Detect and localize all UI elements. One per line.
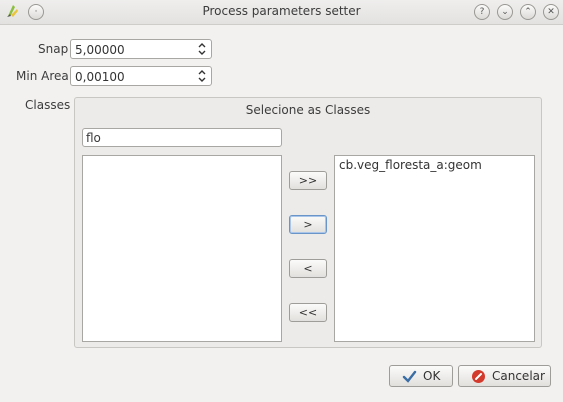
spin-arrows-icon[interactable] [197,69,207,83]
spin-arrows-icon[interactable] [197,42,207,56]
ok-button[interactable]: OK [389,365,453,387]
available-classes-list[interactable] [82,155,282,342]
class-filter-input[interactable]: flo [82,128,282,147]
snap-spinbox[interactable]: 5,00000 [70,39,212,59]
cancel-label: Cancelar [492,369,545,383]
snap-label: Snap [38,42,69,56]
remove-all-button[interactable]: << [289,303,327,322]
title-bar: · Process parameters setter ? ⌄ ⌃ ✕ [0,0,563,25]
cancel-button[interactable]: Cancelar [458,365,551,387]
minimize-button[interactable]: ⌄ [497,4,513,20]
snap-value: 5,00000 [75,43,125,57]
filter-value: flo [86,131,101,145]
min-area-label: Min Area [16,69,69,83]
classes-label: Classes [25,98,71,112]
add-all-button[interactable]: >> [289,171,327,190]
close-button[interactable]: ✕ [543,4,559,20]
check-icon [402,370,417,383]
maximize-button[interactable]: ⌃ [520,4,536,20]
cancel-icon [472,370,485,383]
selected-classes-list[interactable]: cb.veg_floresta_a:geom [334,155,535,342]
remove-button[interactable]: < [289,259,327,278]
min-area-value: 0,00100 [75,70,125,84]
ok-label: OK [423,369,441,383]
list-item[interactable]: cb.veg_floresta_a:geom [339,158,482,172]
help-button[interactable]: ? [474,4,490,20]
min-area-spinbox[interactable]: 0,00100 [70,66,212,86]
group-title: Selecione as Classes [245,103,371,117]
add-button[interactable]: > [289,215,327,234]
